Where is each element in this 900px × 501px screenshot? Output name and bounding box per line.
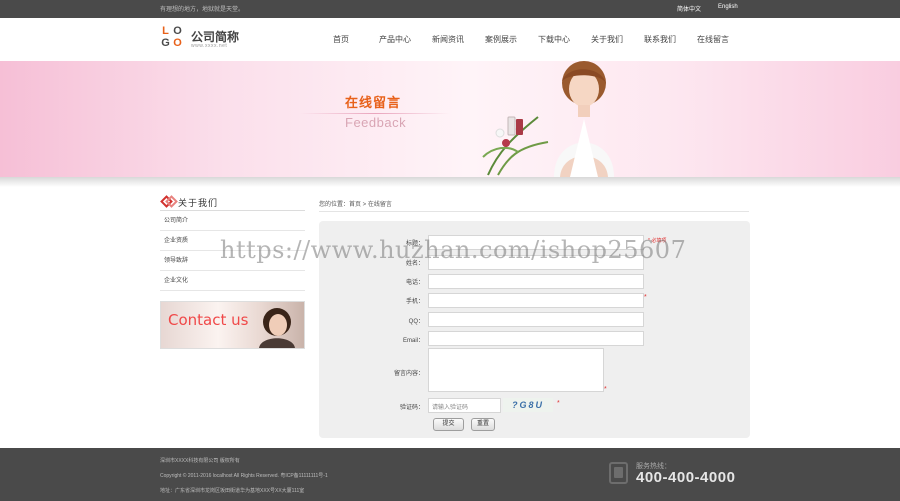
watermark-text: https://www.huzhan.com/ishop25607: [220, 236, 687, 264]
email-label: Email：: [402, 338, 424, 344]
sidebar-header: 关于我们: [160, 193, 305, 211]
nav-contact[interactable]: 联系我们: [644, 34, 676, 45]
captcha-input[interactable]: 请输入验证码: [428, 398, 501, 413]
email-input[interactable]: [428, 331, 644, 346]
sidebar-item-culture[interactable]: 企业文化: [160, 271, 305, 291]
captcha-required-star: *: [557, 400, 560, 407]
lang-english-link[interactable]: English: [718, 4, 738, 10]
captcha-image[interactable]: ?G8U: [503, 398, 553, 412]
footer-copyright: Copyright © 2011-2016 localhost All Righ…: [160, 473, 328, 479]
nav-cases[interactable]: 案例展示: [485, 34, 517, 45]
mobile-label: 手机：: [405, 299, 424, 305]
footer: 深圳市XXXX科技有限公司 版权所有 Copyright © 2011-2016…: [0, 448, 900, 501]
breadcrumb-divider: [319, 211, 749, 212]
lang-chinese-link[interactable]: 简体中文: [677, 4, 701, 13]
banner-subtitle: Feedback: [345, 115, 407, 130]
content-label: 留言内容：: [393, 371, 424, 377]
nav-downloads[interactable]: 下载中心: [538, 34, 570, 45]
top-bar: 有理想的地方，地狱就是天堂。 简体中文 English: [0, 0, 900, 18]
phone-icon: [609, 462, 628, 484]
qq-label: QQ：: [408, 319, 424, 325]
logo[interactable]: L O G O 公司简称 www.xxxx.net: [160, 26, 250, 52]
breadcrumb: 您的位置：首页 > 在线留言: [319, 202, 392, 208]
company-url: www.xxxx.net: [191, 43, 228, 49]
sidebar-item-intro[interactable]: 公司简介: [160, 211, 305, 231]
nav-feedback[interactable]: 在线留言: [697, 34, 729, 45]
logo-mark: L O G O: [161, 25, 182, 49]
contact-us-banner[interactable]: Contact us: [160, 301, 305, 349]
mobile-required-star: *: [644, 294, 647, 301]
header: L O G O 公司简称 www.xxxx.net 首页 产品中心 新闻资讯 案…: [0, 18, 900, 61]
contact-us-text: Contact us: [168, 311, 249, 329]
slogan: 有理想的地方，地狱就是天堂。: [160, 7, 245, 13]
banner-shadow: [0, 177, 900, 187]
submit-button[interactable]: 提交: [433, 418, 464, 431]
nav-products[interactable]: 产品中心: [379, 34, 411, 45]
page-banner: 在线留言 Feedback: [0, 61, 900, 177]
phone-input[interactable]: [428, 274, 644, 289]
captcha-label: 验证码：: [399, 405, 424, 411]
sidebar-title: 关于我们: [178, 198, 219, 208]
content-textarea[interactable]: [428, 348, 604, 392]
banner-divider: [300, 113, 450, 114]
footer-address: 地址：广东省深圳市龙岗区坂田街道华为基地XXX号XX大厦111室: [160, 488, 305, 494]
reset-button[interactable]: 重置: [471, 418, 495, 431]
content-required-star: *: [604, 386, 607, 393]
footer-company: 深圳市XXXX科技有限公司 版权所有: [160, 458, 240, 464]
mobile-input[interactable]: [428, 293, 644, 308]
phone-label: 电话：: [405, 280, 424, 286]
nav-about[interactable]: 关于我们: [591, 34, 623, 45]
nav-home[interactable]: 首页: [333, 34, 349, 45]
hotline-number: 400-400-4000: [636, 469, 736, 486]
banner-title: 在线留言: [345, 95, 402, 110]
qq-input[interactable]: [428, 312, 644, 327]
contact-portrait: [259, 308, 295, 348]
nav-news[interactable]: 新闻资讯: [432, 34, 464, 45]
banner-model-portrait: [554, 61, 614, 177]
